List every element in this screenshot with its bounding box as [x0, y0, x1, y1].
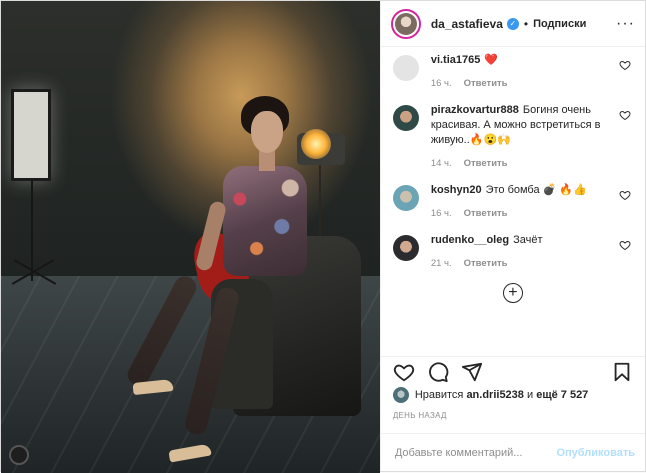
commenter-avatar[interactable] — [392, 235, 419, 261]
author-username[interactable]: da_astafieva — [431, 17, 503, 31]
commenter-avatar[interactable] — [392, 185, 419, 211]
reply-button[interactable]: Ответить — [464, 208, 508, 219]
comment-username[interactable]: koshyn20 — [431, 184, 482, 196]
heart-icon[interactable] — [619, 239, 631, 251]
commenter-avatar[interactable] — [392, 105, 419, 131]
author-avatar-image — [394, 12, 417, 35]
verified-icon: ✓ — [506, 17, 519, 30]
comments-list[interactable]: vi.tia1765 ❤️ 16 ч. Ответить pirazkovartur… — [381, 47, 645, 347]
comment-input[interactable] — [394, 446, 557, 459]
action-bar — [380, 356, 645, 386]
heart-icon[interactable] — [619, 189, 631, 201]
likes-summary: Нравится an.drii5238 и ещё 7 527 — [392, 387, 588, 403]
bookmark-icon — [614, 362, 630, 381]
post-header: da_astafieva ✓ • Подписки ··· — [380, 1, 645, 47]
comment-text: Зачёт — [513, 234, 543, 246]
photo-badge — [9, 445, 29, 465]
comment-item: rudenko__oleg Зачёт 21 ч. Ответить — [392, 233, 633, 271]
post-photo[interactable] — [1, 1, 380, 473]
author-avatar[interactable] — [390, 8, 421, 39]
load-more-comments: + — [393, 283, 633, 303]
comment-text: ❤️ — [484, 54, 499, 66]
publish-button[interactable]: Опубликовать — [556, 447, 635, 459]
post-side-panel: da_astafieva ✓ • Подписки ··· vi.tia1765… — [379, 1, 645, 471]
comment-username[interactable]: vi.tia1765 — [431, 54, 481, 66]
heart-icon — [393, 364, 414, 381]
comment-body: vi.tia1765 ❤️ 16 ч. Ответить — [431, 53, 633, 91]
header-separator: • — [523, 16, 529, 31]
more-options-icon[interactable]: ··· — [616, 15, 635, 33]
comment-time[interactable]: 16 ч. — [431, 78, 452, 89]
likes-count[interactable]: ещё 7 527 — [536, 389, 588, 401]
comment-icon — [428, 361, 449, 382]
comment-button[interactable] — [427, 361, 449, 383]
post-date[interactable]: ДЕНЬ НАЗАД — [393, 411, 447, 420]
model-dress — [223, 166, 307, 276]
comment-item: vi.tia1765 ❤️ 16 ч. Ответить — [392, 53, 633, 91]
softbox-light — [11, 89, 51, 181]
liker-username[interactable]: an.drii5238 — [466, 389, 523, 401]
like-button[interactable] — [393, 361, 415, 383]
model-face — [251, 111, 283, 153]
comment-username[interactable]: rudenko__oleg — [431, 234, 509, 246]
commenter-avatar[interactable] — [392, 55, 419, 81]
plus-circle-icon[interactable]: + — [502, 283, 523, 303]
comment-item: pirazkovartur888 Богиня очень красивая. А… — [392, 103, 633, 171]
instagram-post: da_astafieva ✓ • Подписки ··· vi.tia1765… — [0, 0, 646, 473]
comment-meta: 16 ч. Ответить — [431, 76, 611, 91]
heart-icon[interactable] — [619, 59, 631, 71]
comment-item: koshyn20 Это бомба 💣 🔥👍 16 ч. Ответить — [392, 183, 633, 221]
lamp-glow — [301, 129, 331, 159]
reply-button[interactable]: Ответить — [464, 78, 508, 89]
reply-button[interactable]: Ответить — [464, 158, 508, 169]
reply-button[interactable]: Ответить — [464, 258, 508, 269]
comment-time[interactable]: 14 ч. — [431, 158, 452, 169]
light-stand — [31, 181, 33, 281]
comment-body: pirazkovartur888 Богиня очень красивая. А… — [431, 103, 633, 171]
add-comment-bar: Опубликовать — [380, 433, 645, 471]
comment-body: rudenko__oleg Зачёт 21 ч. Ответить — [431, 233, 633, 271]
comment-time[interactable]: 21 ч. — [431, 258, 452, 269]
comment-meta: 14 ч. Ответить — [431, 156, 611, 171]
comment-username[interactable]: pirazkovartur888 — [431, 104, 519, 116]
liker-avatar[interactable] — [392, 387, 409, 403]
likes-conjunction: и — [526, 389, 534, 401]
likes-prefix: Нравится — [414, 389, 464, 401]
share-button[interactable] — [461, 361, 483, 383]
comment-meta: 16 ч. Ответить — [431, 206, 611, 221]
comment-meta: 21 ч. Ответить — [431, 256, 611, 271]
comment-text: Это бомба 💣 🔥👍 — [485, 184, 587, 196]
share-icon — [461, 362, 482, 381]
following-button[interactable]: Подписки — [533, 18, 586, 30]
comment-time[interactable]: 16 ч. — [431, 208, 452, 219]
heart-icon[interactable] — [619, 109, 631, 121]
save-button[interactable] — [611, 361, 633, 383]
comment-body: koshyn20 Это бомба 💣 🔥👍 16 ч. Ответить — [431, 183, 633, 221]
